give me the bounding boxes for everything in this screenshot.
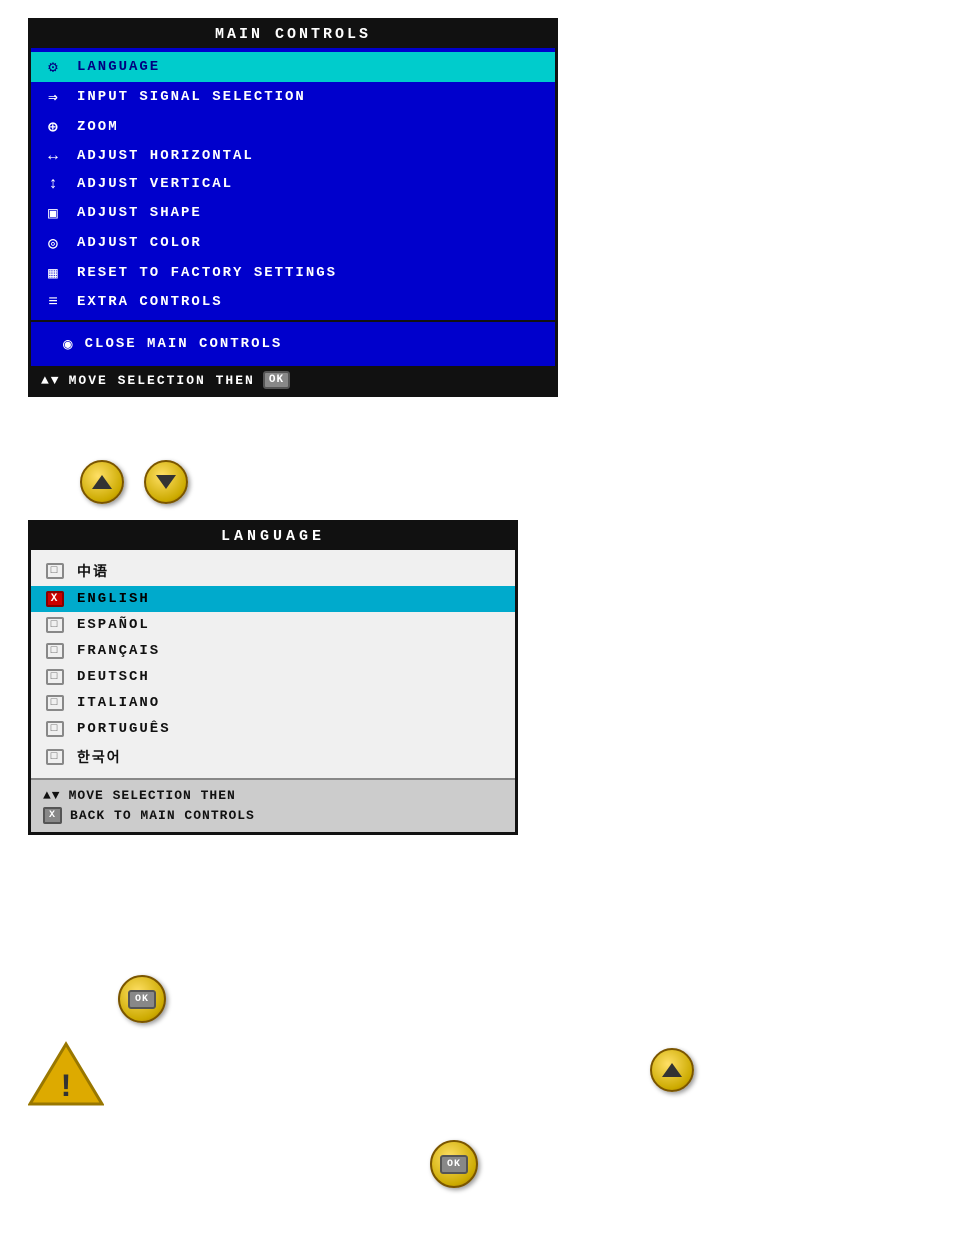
lang-deutsch-icon: □ xyxy=(45,669,65,685)
lang-item-francais[interactable]: □ FRANÇAIS xyxy=(31,638,515,664)
lang-korean-icon: □ xyxy=(45,749,65,765)
menu-item-adjust-vertical[interactable]: ↕ ADJUST VERTICAL xyxy=(31,170,555,198)
up-triangle-tr-icon xyxy=(662,1063,682,1077)
zoom-icon: ⊕ xyxy=(41,117,67,137)
up-triangle-icon xyxy=(92,475,112,489)
extra-controls-icon: ≡ xyxy=(41,293,67,311)
lang-footer-nav-icons: ▲▼ xyxy=(43,788,61,803)
adjust-vertical-icon: ↕ xyxy=(41,175,67,193)
lang-item-chinese[interactable]: □ 中语 xyxy=(31,556,515,586)
ok-small-label: OK xyxy=(128,990,156,1009)
nav-up-button[interactable] xyxy=(80,460,124,504)
language-list: □ 中语 X ENGLISH □ ESPAÑOL □ FRANÇAIS xyxy=(31,550,515,778)
main-controls-footer: ▲▼ MOVE SELECTION THEN OK xyxy=(31,366,555,394)
navigation-arrows xyxy=(80,460,188,504)
ok-button-small[interactable]: OK xyxy=(118,975,166,1023)
menu-item-adjust-horizontal[interactable]: ↔ ADJUST HORIZONTAL xyxy=(31,142,555,170)
menu-item-reset-factory[interactable]: ▦ RESET TO FACTORY SETTINGS xyxy=(31,258,555,288)
lang-italiano-icon: □ xyxy=(45,695,65,711)
menu-item-extra-controls[interactable]: ≡ EXTRA CONTROLS xyxy=(31,288,555,316)
adjust-shape-icon: ▣ xyxy=(41,203,67,223)
language-panel: LANGUAGE □ 中语 X ENGLISH □ ESPAÑOL □ xyxy=(28,520,518,835)
close-icon: ◉ xyxy=(63,334,75,354)
adjust-color-icon: ◎ xyxy=(41,233,67,253)
lang-back-ok-icon: X xyxy=(43,807,62,824)
lang-item-english[interactable]: X ENGLISH xyxy=(31,586,515,612)
close-main-controls-button[interactable]: ◉ CLOSE MAIN CONTROLS xyxy=(31,326,555,362)
warning-triangle-icon: ! xyxy=(28,1040,104,1113)
ok-bc-label: OK xyxy=(440,1155,468,1174)
menu-item-adjust-color[interactable]: ◎ ADJUST COLOR xyxy=(31,228,555,258)
lang-item-deutsch[interactable]: □ DEUTSCH xyxy=(31,664,515,690)
svg-text:!: ! xyxy=(56,1069,75,1106)
footer-move-up-icon: ▲▼ xyxy=(41,373,61,388)
language-icon: ⚙ xyxy=(41,57,67,77)
lang-english-icon: X xyxy=(45,591,65,607)
down-triangle-icon xyxy=(156,475,176,489)
nav-down-button[interactable] xyxy=(144,460,188,504)
main-menu-list: ⚙ LANGUAGE ⇒ INPUT SIGNAL SELECTION ⊕ ZO… xyxy=(31,48,555,366)
menu-divider xyxy=(31,320,555,322)
lang-espanol-icon: □ xyxy=(45,617,65,633)
input-signal-icon: ⇒ xyxy=(41,87,67,107)
ok-button-bottom-center[interactable]: OK xyxy=(430,1140,478,1188)
lang-item-italiano[interactable]: □ ITALIANO xyxy=(31,690,515,716)
menu-item-language[interactable]: ⚙ LANGUAGE xyxy=(31,52,555,82)
lang-item-korean[interactable]: □ 한국어 xyxy=(31,742,515,772)
nav-up-button-tr[interactable] xyxy=(650,1048,694,1092)
footer-nav-icons: ▲▼ xyxy=(41,373,61,388)
menu-item-adjust-shape[interactable]: ▣ ADJUST SHAPE xyxy=(31,198,555,228)
footer-ok-badge: OK xyxy=(263,371,290,389)
lang-item-espanol[interactable]: □ ESPAÑOL xyxy=(31,612,515,638)
reset-factory-icon: ▦ xyxy=(41,263,67,283)
lang-portugues-icon: □ xyxy=(45,721,65,737)
adjust-horizontal-icon: ↔ xyxy=(41,147,67,165)
lang-chinese-icon: □ xyxy=(45,563,65,579)
triangle-svg: ! xyxy=(28,1040,104,1108)
lang-francais-icon: □ xyxy=(45,643,65,659)
language-panel-title: LANGUAGE xyxy=(31,523,515,550)
main-controls-title: MAIN CONTROLS xyxy=(31,21,555,48)
lang-footer-back-row: X BACK TO MAIN CONTROLS xyxy=(43,805,503,826)
lang-item-portugues[interactable]: □ PORTUGUÊS xyxy=(31,716,515,742)
lang-footer-move-row: ▲▼ MOVE SELECTION THEN xyxy=(43,786,503,805)
menu-item-zoom[interactable]: ⊕ ZOOM xyxy=(31,112,555,142)
language-panel-footer: ▲▼ MOVE SELECTION THEN X BACK TO MAIN CO… xyxy=(31,778,515,832)
main-controls-panel: MAIN CONTROLS ⚙ LANGUAGE ⇒ INPUT SIGNAL … xyxy=(28,18,558,397)
menu-item-input-signal[interactable]: ⇒ INPUT SIGNAL SELECTION xyxy=(31,82,555,112)
